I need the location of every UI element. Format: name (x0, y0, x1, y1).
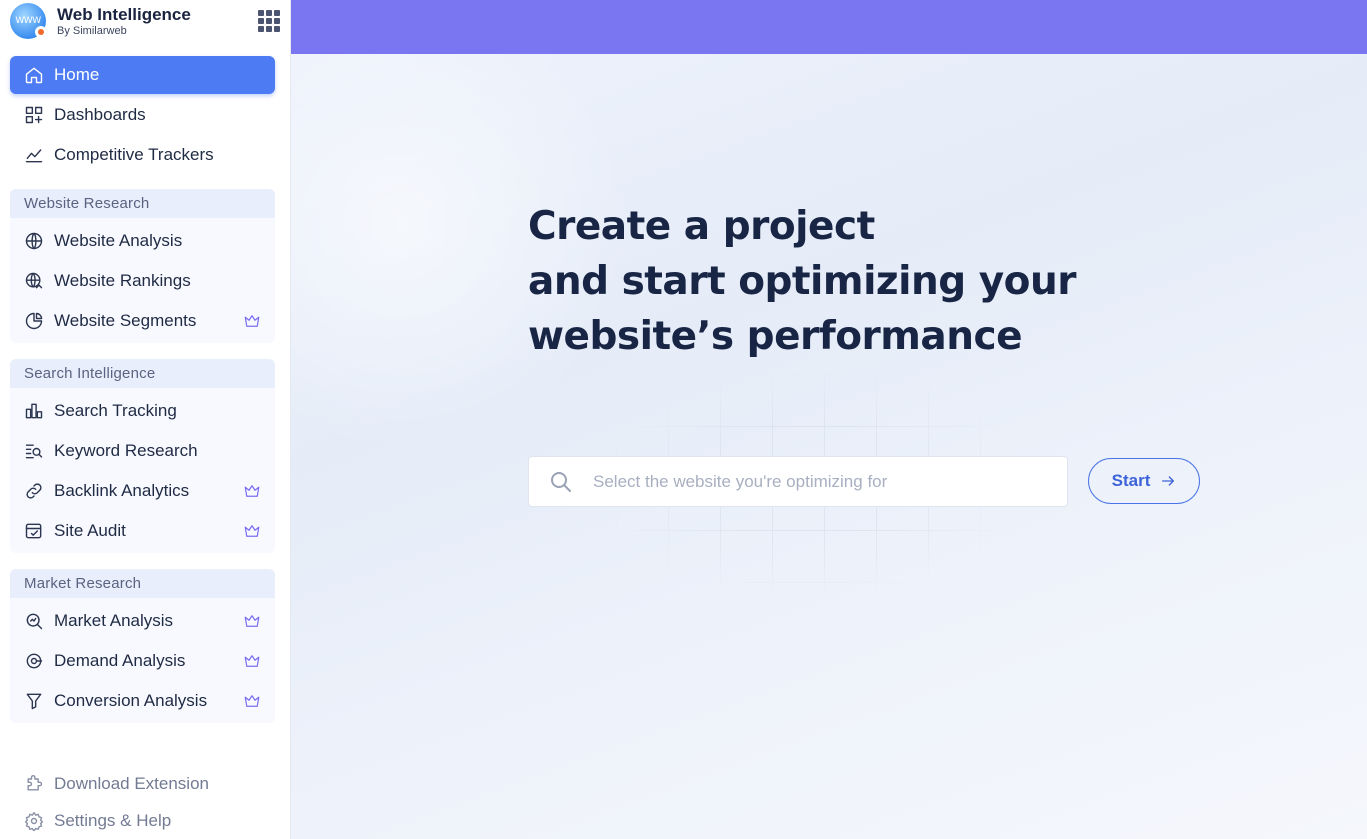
premium-crown-icon (243, 652, 261, 670)
nav-item-label: Site Audit (54, 521, 126, 540)
funnel-icon (24, 691, 44, 711)
brand[interactable]: WWW Web Intelligence By Similarweb (10, 2, 280, 40)
nav-item-conversion-analysis[interactable]: Conversion Analysis (10, 682, 275, 720)
similarweb-badge-icon (35, 26, 47, 38)
nav-item-keyword-research[interactable]: Keyword Research (10, 432, 275, 470)
logo-text: WWW (15, 16, 41, 26)
link-icon (24, 481, 44, 501)
globe-icon (24, 231, 44, 251)
start-button[interactable]: Start (1088, 458, 1200, 504)
nav-item-label: Competitive Trackers (54, 145, 214, 164)
hero-headline: Create a project and start optimizing yo… (528, 199, 1076, 364)
dashboard-icon (24, 105, 44, 125)
nav-item-competitive-trackers[interactable]: Competitive Trackers (10, 136, 275, 174)
search-icon (551, 471, 571, 492)
nav-item-label: Demand Analysis (54, 651, 186, 670)
website-search-input[interactable] (593, 471, 1033, 492)
nav-item-home[interactable]: Home (10, 56, 275, 94)
nav-item-demand-analysis[interactable]: Demand Analysis (10, 642, 275, 680)
keyword-search-icon (24, 441, 44, 461)
top-banner (291, 0, 1367, 54)
arrow-right-icon (1162, 476, 1175, 486)
group-header: Search Intelligence (10, 359, 275, 388)
nav-item-website-analysis[interactable]: Website Analysis (10, 222, 275, 260)
nav-item-label: Search Tracking (54, 401, 177, 420)
site-audit-icon (24, 521, 44, 541)
market-search-icon (24, 611, 44, 631)
nav-item-label: Website Segments (54, 311, 197, 330)
bar-chart-icon (24, 401, 44, 421)
nav-item-site-audit[interactable]: Site Audit (10, 512, 275, 550)
start-button-label: Start (1111, 471, 1151, 490)
brand-subtitle: By Similarweb (57, 24, 127, 37)
nav-item-website-segments[interactable]: Website Segments (10, 302, 275, 340)
nav-item-label: Market Analysis (54, 611, 174, 630)
app-grid-icon[interactable] (258, 10, 280, 32)
web-intelligence-logo: WWW (10, 3, 47, 39)
premium-crown-icon (243, 482, 261, 500)
brand-title: Web Intelligence (57, 4, 191, 24)
nav-item-label: Dashboards (54, 105, 146, 124)
nav-item-label: Download Extension (54, 774, 209, 793)
nav-item-label: Conversion Analysis (54, 691, 208, 710)
hero-headline-line3: website’s performance (528, 314, 1023, 359)
trend-line-icon (24, 145, 44, 165)
gear-icon (24, 811, 44, 831)
nav-item-label: Settings & Help (54, 811, 172, 830)
nav-item-settings-help[interactable]: Settings & Help (10, 802, 275, 839)
nav-item-label: Website Rankings (54, 271, 191, 290)
nav-item-dashboards[interactable]: Dashboards (10, 96, 275, 134)
premium-crown-icon (243, 612, 261, 630)
hero-headline-line2: and start optimizing your (528, 259, 1076, 304)
nav-item-download-extension[interactable]: Download Extension (10, 765, 275, 803)
nav-item-label: Website Analysis (54, 231, 183, 250)
pie-chart-icon (24, 311, 44, 331)
sidebar: WWW Web Intelligence By Similarweb Home … (0, 0, 291, 839)
nav-item-label: Backlink Analytics (54, 481, 190, 500)
nav-item-label: Home (54, 65, 100, 84)
nav-item-backlink-analytics[interactable]: Backlink Analytics (10, 472, 275, 510)
nav-item-label: Keyword Research (54, 441, 198, 460)
demand-icon (24, 651, 44, 671)
premium-crown-icon (243, 522, 261, 540)
hero-headline-bold: Create (528, 204, 671, 249)
home-icon (24, 65, 44, 85)
group-header: Market Research (10, 569, 275, 598)
puzzle-icon (24, 774, 44, 794)
main-content: Create a project and start optimizing yo… (291, 54, 1367, 839)
premium-crown-icon (243, 312, 261, 330)
group-header: Website Research (10, 189, 275, 218)
nav-item-search-tracking[interactable]: Search Tracking (10, 392, 275, 430)
website-search-box[interactable] (528, 456, 1068, 507)
globe-ranking-icon (24, 271, 44, 291)
nav-item-website-rankings[interactable]: Website Rankings (10, 262, 275, 300)
premium-crown-icon (243, 692, 261, 710)
hero-headline-line1: a project (670, 204, 875, 249)
nav-item-market-analysis[interactable]: Market Analysis (10, 602, 275, 640)
